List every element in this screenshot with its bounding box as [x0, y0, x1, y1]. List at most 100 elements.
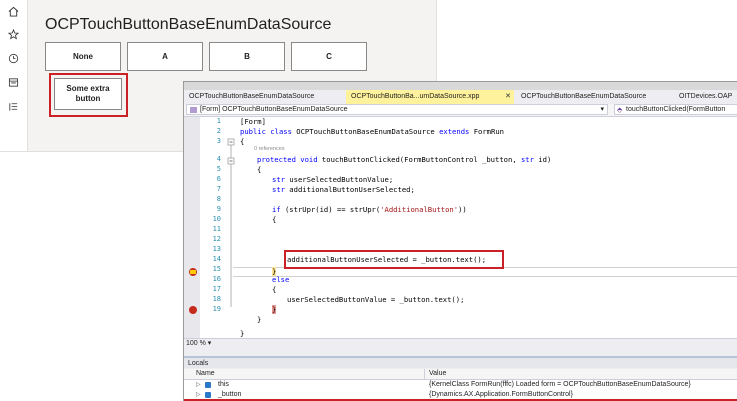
breakpoint-margin[interactable]: [184, 117, 200, 338]
string-literal: 'AdditionalButton': [380, 205, 459, 214]
column-divider[interactable]: [424, 369, 425, 379]
code-line-9: if (strUpr(id) == strUpr('AdditionalButt…: [272, 205, 467, 214]
line-number: 14: [212, 255, 221, 263]
code-text: userSelectedButtonValue = _button.text()…: [287, 295, 465, 304]
name-column-header[interactable]: Name: [196, 369, 215, 379]
keyword: str: [272, 175, 285, 184]
expand-icon[interactable]: ▷: [196, 380, 201, 390]
navigation-bar: [Form] OCPTouchButtonBaseEnumDataSource …: [184, 104, 737, 117]
line-number: 3: [216, 137, 221, 145]
breakpoint-icon[interactable]: [189, 306, 197, 314]
tab-oitdevices[interactable]: OITDevices.OAP: [674, 90, 737, 104]
code-text: touchButtonClicked(FormButtonControl _bu…: [317, 155, 521, 164]
line-number: 1: [216, 117, 221, 125]
zoom-level[interactable]: 100 % ▾: [186, 339, 222, 349]
workspace-icon[interactable]: [5, 74, 22, 91]
code-line-4: protected void touchButtonClicked(FormBu…: [257, 155, 551, 164]
code-text: {: [240, 137, 245, 146]
tab-label: OCPTouchButtonBaseEnumDataSource: [521, 93, 647, 100]
references-codelens[interactable]: 0 references: [254, 146, 285, 152]
locals-row[interactable]: ▷ this {KernelClass FormRun(fffc) Loaded…: [184, 380, 737, 390]
a-button[interactable]: A: [127, 42, 203, 71]
line-number: 2: [216, 127, 221, 135]
tab-xpp-source[interactable]: OCPTouchButtonBa...umDataSource.xpp ✕: [346, 90, 514, 104]
code-text: {: [272, 285, 277, 294]
code-text: id): [533, 155, 552, 164]
tab-form-designer[interactable]: OCPTouchButtonBaseEnumDataSource: [184, 90, 344, 104]
code-line-16: }: [272, 305, 277, 314]
code-line-19: }: [240, 329, 244, 338]
member-dropdown-value: [Form] OCPTouchButtonBaseEnumDataSource: [200, 106, 348, 113]
code-line-1: [Form]: [240, 117, 266, 126]
code-text: userSelectedButtonValue;: [284, 175, 394, 184]
tab-label: OCPTouchButtonBa...umDataSource.xpp: [351, 93, 480, 100]
locals-header: Name Value: [184, 369, 737, 380]
close-tab-icon[interactable]: ✕: [505, 90, 511, 104]
line-number: 11: [212, 225, 221, 233]
code-text: OCPTouchButtonBaseEnumDataSource: [291, 127, 440, 136]
keyword: protected void: [257, 155, 318, 164]
line-number: 9: [216, 205, 221, 213]
list-icon[interactable]: [5, 98, 22, 115]
keyword: str: [272, 185, 285, 194]
code-text: }: [272, 305, 277, 314]
method-dropdown[interactable]: ⬘ touchButtonClicked(FormButton: [614, 104, 737, 115]
home-icon[interactable]: [5, 3, 22, 20]
code-line-17: }: [257, 315, 261, 324]
value-column-header[interactable]: Value: [429, 369, 446, 379]
line-number: 13: [212, 245, 221, 253]
clock-icon[interactable]: [5, 50, 22, 67]
line-number: 15: [212, 265, 221, 273]
code-line-13: else: [272, 275, 289, 284]
keyword: if: [272, 205, 281, 214]
current-breakpoint-icon[interactable]: [189, 268, 197, 276]
code-line-5: {: [257, 165, 261, 174]
method-dropdown-value: touchButtonClicked(FormButton: [626, 106, 726, 113]
method-icon: ⬘: [617, 107, 623, 114]
c-button[interactable]: C: [291, 42, 367, 71]
line-number: 4: [216, 155, 221, 163]
tab-label: OCPTouchButtonBaseEnumDataSource: [189, 93, 315, 100]
object-icon: [205, 392, 211, 398]
code-text: }: [257, 315, 262, 324]
none-button[interactable]: None: [45, 42, 121, 71]
some-extra-button[interactable]: Some extra button: [54, 78, 122, 110]
code-line-6: str userSelectedButtonValue;: [272, 175, 393, 184]
line-number: 16: [212, 275, 221, 283]
nav-rail: [0, 0, 28, 151]
code-text: {: [257, 165, 262, 174]
code-text: (strUpr(id) == strUpr(: [280, 205, 381, 214]
line-number: 7: [216, 185, 221, 193]
code-editor[interactable]: 1 2 3 4 5 6 7 8 9 10 11 12 13 14 15 16 1…: [184, 117, 737, 338]
line-number: 6: [216, 175, 221, 183]
document-tabs: OCPTouchButtonBaseEnumDataSource OCPTouc…: [184, 90, 737, 104]
keyword: public class: [240, 127, 292, 136]
class-icon: [190, 107, 197, 113]
code-text: FormRun: [469, 127, 504, 136]
code-line-10: {: [272, 215, 276, 224]
line-number: 8: [216, 195, 221, 203]
member-dropdown[interactable]: [Form] OCPTouchButtonBaseEnumDataSource …: [186, 104, 608, 115]
code-text: {: [272, 215, 277, 224]
line-number: 19: [212, 305, 221, 313]
code-highlight-box: [284, 250, 504, 269]
tab-label: OITDevices.OAP: [679, 93, 733, 100]
attribute-text: [Form]: [240, 117, 266, 126]
b-button[interactable]: B: [209, 42, 285, 71]
local-value: {KernelClass FormRun(fffc) Loaded form =…: [429, 381, 691, 388]
code-text: }: [240, 329, 245, 338]
code-line-7: str additionalButtonUserSelected;: [272, 185, 415, 194]
form-title: OCPTouchButtonBaseEnumDataSource: [45, 16, 332, 33]
object-icon: [205, 382, 211, 388]
line-number: 10: [212, 215, 221, 223]
visual-studio-window: OCPTouchButtonBaseEnumDataSource OCPTouc…: [183, 81, 737, 401]
editor-status-bar: 100 % ▾: [184, 338, 737, 350]
zoom-value: 100 %: [186, 340, 206, 347]
locals-panel-title: Locals: [184, 356, 737, 368]
keyword: str: [520, 155, 534, 164]
code-text: )): [458, 205, 467, 214]
tab-datasource[interactable]: OCPTouchButtonBaseEnumDataSource: [516, 90, 676, 104]
code-line-15: userSelectedButtonValue = _button.text()…: [287, 295, 464, 304]
star-icon[interactable]: [5, 26, 22, 43]
local-name: this: [218, 381, 229, 388]
